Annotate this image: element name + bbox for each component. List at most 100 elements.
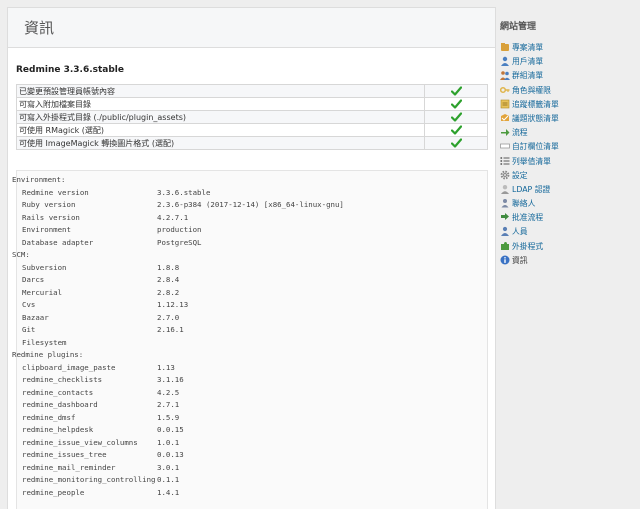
admin-menu: 專案清單用戶清單群組清單角色與權限追蹤標籤清單 議題狀態清單 流程自訂欄位清單 列舉值… <box>500 41 559 268</box>
sidebar-item-label[interactable]: 列舉值清單 <box>512 157 551 166</box>
sidebar-item-roles[interactable]: 角色與權限 <box>500 84 559 98</box>
env-value: 1.8.8 <box>157 262 180 272</box>
env-row: redmine_checklists 3.1.16 <box>12 374 472 387</box>
env-value: 2.3.6-p384 (2017-12-14) [x86_64-linux-gn… <box>157 200 344 209</box>
sidebar-item-label[interactable]: LDAP 認證 <box>512 185 550 194</box>
env-value: 3.1.16 <box>157 375 184 384</box>
check-status-cell <box>424 123 488 137</box>
sidebar: 網站管理 專案清單 用戶清單 群組清單 角色與權限 追蹤標籤清單 議題狀態清單 流程 自訂欄位… <box>496 0 640 509</box>
env-value: 1.0.1 <box>157 437 180 447</box>
sidebar-item-label[interactable]: 資訊 <box>512 256 528 265</box>
projects-icon <box>501 43 509 51</box>
sidebar-item-label[interactable]: 角色與權限 <box>512 86 551 95</box>
enumerations-icon <box>500 156 510 165</box>
check-status-cell <box>424 97 488 111</box>
sidebar-item-label[interactable]: 追蹤標籤清單 <box>512 100 559 109</box>
sidebar-item-label[interactable]: 群組清單 <box>512 71 543 80</box>
custom-fields-icon <box>500 143 510 149</box>
sidebar-item-projects[interactable]: 專案清單 <box>500 41 559 55</box>
check-label: 可寫入附加檔案目錄 <box>16 97 425 111</box>
env-section-header: Redmine plugins: <box>12 350 84 359</box>
env-value: 1.5.9 <box>157 412 180 422</box>
settings-icon <box>500 170 510 180</box>
page-title: 資訊 <box>8 8 495 48</box>
env-key: Ruby version <box>22 200 76 209</box>
sidebar-item-label[interactable]: 外掛程式 <box>512 242 543 251</box>
sidebar-item-label[interactable]: 聯絡人 <box>512 199 535 208</box>
env-row: Bazaar 2.7.0 <box>12 312 472 325</box>
env-row: redmine_issue_view_columns 1.0.1 <box>12 437 472 450</box>
env-row: redmine_people 1.4.1 <box>12 487 472 500</box>
groups-icon <box>500 71 510 81</box>
env-value: 4.2.7.1 <box>157 212 189 222</box>
env-row: redmine_helpdesk 0.0.15 <box>12 424 472 437</box>
system-checks-table: 已變更預設管理員帳號內容 可寫入附加檔案目錄 可寫入外掛程式目錄 (./public… <box>16 84 488 150</box>
check-label: 已變更預設管理員帳號內容 <box>16 84 425 98</box>
check-label: 可使用 RMagick (選配) <box>16 123 425 137</box>
users-icon <box>501 56 509 67</box>
sidebar-item-label[interactable]: 設定 <box>512 171 528 180</box>
sidebar-item-issue-statuses[interactable]: 議題狀態清單 <box>500 112 559 126</box>
sidebar-item-workflow[interactable]: 流程 <box>500 126 559 140</box>
sidebar-item-label[interactable]: 專案清單 <box>512 43 543 52</box>
sidebar-item-plugins[interactable]: 外掛程式 <box>500 240 559 254</box>
env-value: 2.16.1 <box>157 325 184 334</box>
env-key: Filesystem <box>22 337 67 347</box>
approval-workflow-icon <box>501 213 509 221</box>
sidebar-item-people[interactable]: 人員 <box>500 225 559 239</box>
sidebar-item-approval-workflow[interactable]: 批准流程 <box>500 211 559 225</box>
roles-icon <box>500 86 510 93</box>
sidebar-item-enumerations[interactable]: 列舉值清單 <box>500 155 559 169</box>
sidebar-item-ldap[interactable]: LDAP 認證 <box>500 183 559 197</box>
check-icon <box>450 99 462 109</box>
env-row: Rails version 4.2.7.1 <box>12 212 472 225</box>
check-row: 已變更預設管理員帳號內容 <box>16 84 488 98</box>
env-value: 2.8.4 <box>157 275 180 284</box>
sidebar-item-trackers[interactable]: 追蹤標籤清單 <box>500 98 559 112</box>
check-icon <box>450 112 462 122</box>
env-row: redmine_monitoring_controlling 0.1.1 <box>12 474 472 487</box>
env-row: Redmine version 3.3.6.stable <box>12 187 472 200</box>
env-key: Git <box>22 325 36 334</box>
ldap-icon <box>501 184 509 194</box>
env-key: redmine_people <box>22 487 85 497</box>
env-row: clipboard_image_paste 1.13 <box>12 362 472 375</box>
sidebar-item-users[interactable]: 用戶清單 <box>500 55 559 69</box>
env-value: 0.0.15 <box>157 425 184 434</box>
env-key: Subversion <box>22 262 67 272</box>
workflow-icon <box>501 129 510 137</box>
check-icon <box>450 125 462 135</box>
sidebar-item-label[interactable]: 自訂欄位清單 <box>512 142 559 151</box>
sidebar-item-label[interactable]: 用戶清單 <box>512 57 543 66</box>
sidebar-item-groups[interactable]: 群組清單 <box>500 69 559 83</box>
sidebar-item-settings[interactable]: 設定 <box>500 169 559 183</box>
env-value: PostgreSQL <box>157 237 202 247</box>
sidebar-item-custom-fields[interactable]: 自訂欄位清單 <box>500 140 559 154</box>
contacts-icon <box>501 199 509 208</box>
env-key: redmine_issue_view_columns <box>22 437 138 447</box>
env-row: redmine_dmsf 1.5.9 <box>12 412 472 425</box>
env-key: Bazaar <box>22 312 49 322</box>
sidebar-item-contacts[interactable]: 聯絡人 <box>500 197 559 211</box>
sidebar-item-info[interactable]: 資訊 <box>500 254 559 268</box>
env-key: redmine_checklists <box>22 375 103 384</box>
env-row: redmine_contacts 4.2.5 <box>12 387 472 400</box>
environment-info-text: Environment: Redmine version 3.3.6.stable R… <box>12 174 472 499</box>
env-key: Mercurial <box>22 287 63 297</box>
env-row: redmine_issues_tree 0.0.13 <box>12 449 472 462</box>
sidebar-item-label[interactable]: 批准流程 <box>512 213 543 222</box>
check-label: 可使用 ImageMagick 轉換圖片格式 (選配) <box>16 136 425 150</box>
check-icon <box>450 138 462 148</box>
sidebar-item-label[interactable]: 人員 <box>512 227 528 236</box>
sidebar-item-label[interactable]: 議題狀態清單 <box>512 114 559 123</box>
env-row: redmine_mail_reminder 3.0.1 <box>12 462 472 475</box>
info-icon <box>500 255 510 265</box>
env-value: 2.7.0 <box>157 312 180 322</box>
people-icon <box>501 227 509 237</box>
sidebar-item-label[interactable]: 流程 <box>512 128 528 137</box>
check-row: 可使用 RMagick (選配) <box>16 123 488 137</box>
check-row: 可使用 ImageMagick 轉換圖片格式 (選配) <box>16 136 488 150</box>
env-value: 4.2.5 <box>157 387 180 397</box>
env-key: redmine_mail_reminder <box>22 462 116 472</box>
env-key: redmine_contacts <box>22 387 94 397</box>
